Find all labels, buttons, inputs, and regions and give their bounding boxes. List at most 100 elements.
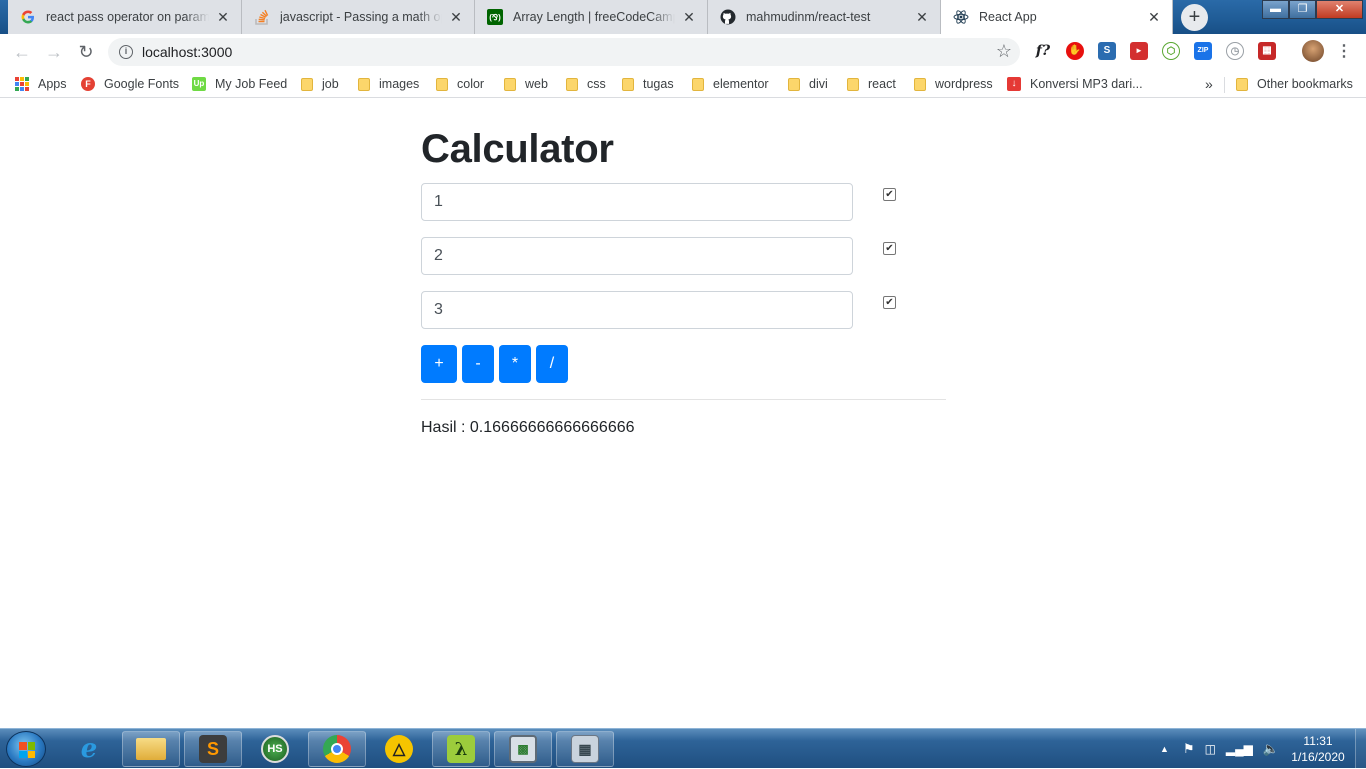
multiply-button[interactable]: * [499,345,531,383]
download-icon: ↓ [1007,77,1021,91]
taskbar-monitor-app[interactable]: ▩ [494,731,552,767]
folder-icon [566,77,578,91]
bookmark-label: wordpress [935,77,993,91]
clock-time: 11:31 [1303,734,1333,748]
reload-icon[interactable]: ↻ [74,41,98,63]
include-checkbox[interactable]: ✔ [883,296,896,309]
s-extension-icon[interactable]: S [1098,42,1116,60]
new-tab-button[interactable]: + [1181,4,1208,31]
bookmarks-bar: Apps F Google Fonts Up My Job Feed job i… [0,70,1366,98]
github-icon [720,9,736,25]
red-extension-icon[interactable]: ► [1130,42,1148,60]
divider [421,399,946,400]
bookmark-folder[interactable]: tugas [622,76,674,92]
browser-toolbar: ← → ↻ i localhost:3000 ☆ f? ✋ S ► ⬡ ZIP … [0,34,1366,70]
power-icon[interactable]: ◫ [1205,742,1216,756]
bookmark-google-fonts[interactable]: F Google Fonts [81,76,179,92]
close-window-icon[interactable]: ✕ [1316,0,1363,19]
tab-title: mahmudinm/react-test [746,10,871,24]
folder-icon [301,77,313,91]
close-tab-icon[interactable]: ✕ [448,9,464,26]
include-checkbox[interactable]: ✔ [883,188,896,201]
nodejs-extension-icon[interactable]: ⬡ [1162,42,1180,60]
forward-icon[interactable]: → [42,41,66,63]
close-tab-icon[interactable]: ✕ [1146,9,1162,26]
freecodecamp-icon: (⅋) [487,9,503,25]
number-input[interactable]: 1 [421,183,853,221]
clock-extension-icon[interactable]: ◷ [1226,42,1244,60]
browser-tab[interactable]: mahmudinm/react-test ✕ [708,0,941,34]
grid-extension-icon[interactable]: ▦ [1258,42,1276,60]
bookmark-folder[interactable]: elementor [692,76,769,92]
site-info-icon[interactable]: i [119,45,133,59]
sublime-text-icon: S [199,735,227,763]
number-input[interactable]: 2 [421,237,853,275]
bookmark-folder[interactable]: images [358,76,419,92]
bookmark-label: web [525,77,548,91]
bookmark-label: job [322,77,339,91]
volume-icon[interactable]: 🔈 [1263,741,1279,757]
bookmark-konversi-mp3[interactable]: ↓ Konversi MP3 dari... [1007,76,1143,92]
profile-avatar[interactable] [1302,40,1324,62]
back-icon[interactable]: ← [10,41,34,63]
zip-extension-icon[interactable]: ZIP [1194,42,1212,60]
heidisql-icon: HS [261,735,289,763]
close-tab-icon[interactable]: ✕ [681,9,697,26]
bookmark-folder[interactable]: wordpress [914,76,993,92]
clock-date: 1/16/2020 [1291,750,1345,764]
bookmark-folder[interactable]: color [436,76,484,92]
google-icon [20,9,36,25]
taskbar-lambda-app[interactable]: λ [432,731,490,767]
bookmark-folder[interactable]: job [301,76,339,92]
maximize-icon[interactable]: ❐ [1289,0,1316,19]
taskbar-heidisql[interactable]: HS [246,731,304,767]
minimize-icon[interactable]: ▬ [1262,0,1289,19]
browser-tab[interactable]: javascript - Passing a math operator ✕ [242,0,475,34]
taskbar-chrome[interactable] [308,731,366,767]
number-input[interactable]: 3 [421,291,853,329]
browser-tab[interactable]: (⅋) Array Length | freeCodeCamp Guide ✕ [475,0,708,34]
tab-title: Array Length | freeCodeCamp Guide [513,10,675,24]
include-checkbox[interactable]: ✔ [883,242,896,255]
url-text[interactable]: localhost:3000 [142,44,232,60]
taskbar-sublime-text[interactable]: S [184,731,242,767]
browser-tab-strip: react pass operator on parameter ✕ javas… [0,0,1366,34]
taskbar-calculator[interactable]: ▦ [556,731,614,767]
action-center-icon[interactable]: ⚑ [1183,741,1195,757]
bookmark-label: tugas [643,77,674,91]
taskbar-internet-explorer[interactable]: e [60,731,118,767]
page-title: Calculator [421,127,614,171]
add-button[interactable]: + [421,345,457,383]
chrome-menu-icon[interactable]: ⋮ [1336,42,1352,62]
address-bar[interactable]: i localhost:3000 ☆ [108,38,1020,66]
folder-icon [504,77,516,91]
bookmark-folder[interactable]: css [566,76,606,92]
taskbar-clock[interactable]: 11:31 1/16/2020 [1283,733,1353,765]
number-row: 2 ✔ [421,237,946,275]
bookmark-folder[interactable]: web [504,76,548,92]
taskbar-file-explorer[interactable] [122,731,180,767]
adblock-extension-icon[interactable]: ✋ [1066,42,1084,60]
browser-tab-active[interactable]: React App ✕ [941,0,1173,34]
other-bookmarks[interactable]: Other bookmarks [1236,76,1353,92]
bookmark-my-job-feed[interactable]: Up My Job Feed [192,76,287,92]
whatfont-extension-icon[interactable]: f? [1034,42,1052,60]
bookmarks-overflow-icon[interactable]: » [1205,76,1213,92]
bookmark-folder[interactable]: react [847,76,896,92]
system-tray: ▲ ⚑ ◫ ▂▄▆ 🔈 [1160,729,1279,769]
taskbar-triangle-app[interactable]: △ [370,731,428,767]
bookmark-apps[interactable]: Apps [15,76,67,92]
network-signal-icon[interactable]: ▂▄▆ [1226,742,1253,756]
bookmark-label: css [587,77,606,91]
subtract-button[interactable]: - [462,345,494,383]
divide-button[interactable]: / [536,345,568,383]
close-tab-icon[interactable]: ✕ [215,9,231,26]
start-button[interactable] [6,731,46,767]
bookmark-star-icon[interactable]: ☆ [996,41,1012,62]
folder-icon [1236,77,1248,91]
browser-tab[interactable]: react pass operator on parameter ✕ [8,0,242,34]
close-tab-icon[interactable]: ✕ [914,9,930,26]
bookmark-folder[interactable]: divi [788,76,828,92]
tray-expand-icon[interactable]: ▲ [1160,744,1169,754]
show-desktop-button[interactable] [1355,729,1366,769]
